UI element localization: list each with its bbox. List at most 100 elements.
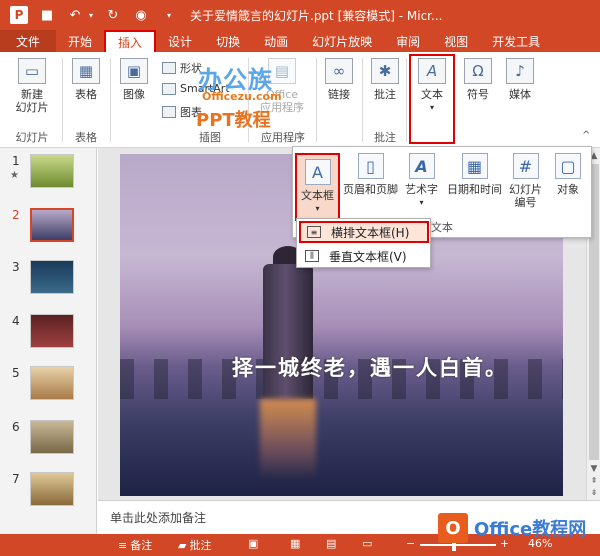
shapes-icon xyxy=(162,62,176,74)
notes-toggle-button[interactable]: ≡ 备注 xyxy=(118,537,152,553)
new-slide-icon: ▭ xyxy=(18,58,46,84)
collapse-ribbon-icon[interactable]: ^ xyxy=(582,130,590,141)
slide-number-button[interactable]: # 幻灯片 编号 xyxy=(509,153,542,209)
comment-icon: ▰ xyxy=(178,538,187,552)
comments-toggle-button[interactable]: ▰ 批注 xyxy=(178,537,211,553)
textbox-button[interactable]: A 文本框 ▾ xyxy=(295,153,340,221)
window-title: 关于爱情箴言的幻灯片.ppt [兼容模式] - Micr... xyxy=(190,8,443,23)
datetime-button[interactable]: ▦ 日期和时间 xyxy=(447,153,502,196)
thumbnail-7[interactable]: 7 xyxy=(0,468,97,518)
symbol-button[interactable]: Ω 符号 xyxy=(460,58,496,101)
group-separator xyxy=(406,58,407,142)
tab-transitions[interactable]: 切换 xyxy=(204,30,252,52)
tab-home[interactable]: 开始 xyxy=(56,30,104,52)
table-icon: ▦ xyxy=(72,58,100,84)
thumbnail-image xyxy=(30,154,74,188)
textbox-icon: A xyxy=(304,159,331,185)
text-button[interactable]: A 文本 ▾ xyxy=(412,58,452,114)
chart-button[interactable]: 图表 xyxy=(162,104,202,120)
header-footer-button[interactable]: ▯ 页眉和页脚 xyxy=(343,153,398,196)
light-reflection xyxy=(260,399,316,479)
thumbnail-5[interactable]: 5 xyxy=(0,362,97,412)
comment-button[interactable]: ✱ 批注 xyxy=(366,58,404,101)
calendar-icon: ▦ xyxy=(461,153,488,179)
save-icon[interactable]: ■ xyxy=(36,5,58,25)
tab-developer[interactable]: 开发工具 xyxy=(480,30,552,52)
vertical-textbox-icon: ⫼ xyxy=(305,250,319,262)
app-icon[interactable]: P xyxy=(8,5,30,25)
chart-icon xyxy=(162,106,176,118)
group-separator xyxy=(362,58,363,142)
chevron-down-icon: ▾ xyxy=(315,204,320,213)
group-separator xyxy=(316,58,317,142)
corner-watermark: O Office教程网 xyxy=(438,506,600,550)
slide-quote-text[interactable]: 择一城终老，遇一人白首。 xyxy=(232,352,508,382)
link-button[interactable]: ∞ 链接 xyxy=(320,58,358,101)
ribbon-tabs: 文件 开始 插入 设计 切换 动画 幻灯片放映 审阅 视图 开发工具 xyxy=(0,30,600,52)
customize-qat-icon[interactable]: ▾ xyxy=(158,5,180,25)
wordart-button[interactable]: A 艺术字 ▾ xyxy=(405,153,438,209)
ribbon: ▭ 新建 幻灯片 幻灯片 ▦ 表格 表格 ▣ 图像 形状 SmartArt 图表… xyxy=(0,52,600,148)
redo-icon[interactable]: ↻ xyxy=(102,5,124,25)
thumbnail-2[interactable]: 2 xyxy=(0,204,97,254)
tab-animations[interactable]: 动画 xyxy=(252,30,300,52)
tab-insert[interactable]: 插入 xyxy=(104,30,157,52)
chevron-down-icon: ▾ xyxy=(419,198,424,207)
smartart-icon xyxy=(162,82,176,95)
tab-file[interactable]: 文件 xyxy=(0,30,57,52)
zoom-out-icon[interactable]: − xyxy=(406,537,415,550)
text-group-label: 文本 xyxy=(431,221,453,234)
media-button[interactable]: ♪ 媒体 xyxy=(502,58,538,101)
corner-watermark-text: Office教程网 xyxy=(474,519,587,540)
comment-icon: ✱ xyxy=(371,58,399,84)
reading-view-icon[interactable]: ▤ xyxy=(326,537,336,550)
new-slide-button[interactable]: ▭ 新建 幻灯片 xyxy=(6,58,58,114)
undo-dropdown-icon[interactable]: ▾ xyxy=(86,5,96,25)
notes-placeholder: 单击此处添加备注 xyxy=(110,511,207,525)
next-slide-icon[interactable]: ⇟ xyxy=(588,486,600,500)
thumbnail-image xyxy=(30,366,74,400)
shapes-button[interactable]: 形状 xyxy=(162,60,202,76)
animation-star-icon: ★ xyxy=(10,170,19,181)
comments-group-label: 批注 xyxy=(374,131,396,144)
slideshow-icon[interactable]: ▭ xyxy=(362,537,372,550)
smartart-button[interactable]: SmartArt xyxy=(162,82,230,95)
group-separator xyxy=(62,58,63,142)
thumbnail-3[interactable]: 3 xyxy=(0,256,97,306)
link-icon: ∞ xyxy=(325,58,353,84)
tab-slideshow[interactable]: 幻灯片放映 xyxy=(300,30,384,52)
office-apps-button[interactable]: ▤ Office 应用程序 xyxy=(252,58,312,114)
thumbnail-image xyxy=(30,260,74,294)
thumbnail-image xyxy=(30,420,74,454)
undo-icon[interactable]: ↶ xyxy=(64,5,86,25)
image-icon: ▣ xyxy=(120,58,148,84)
horizontal-textbox-item[interactable]: ≡ 横排文本框(H) xyxy=(299,221,429,243)
start-from-beginning-icon[interactable]: ◉ xyxy=(130,5,152,25)
slide-number-icon: # xyxy=(512,153,539,179)
thumbnail-4[interactable]: 4 xyxy=(0,310,97,360)
normal-view-icon[interactable]: ▣ xyxy=(248,537,258,550)
tab-review[interactable]: 审阅 xyxy=(384,30,432,52)
vertical-textbox-item[interactable]: ⫼ 垂直文本框(V) xyxy=(299,245,429,267)
thumbnail-image xyxy=(30,208,74,242)
image-button[interactable]: ▣ 图像 xyxy=(114,58,154,101)
notes-icon: ≡ xyxy=(118,538,128,552)
slide-sorter-icon[interactable]: ▦ xyxy=(290,537,300,550)
thumbnail-1[interactable]: 1 ★ xyxy=(0,150,97,200)
illustrations-group-label: 插图 xyxy=(199,131,221,144)
horizontal-textbox-icon: ≡ xyxy=(307,226,321,238)
office-logo-icon: O xyxy=(438,513,468,543)
group-separator xyxy=(248,58,249,142)
tab-view[interactable]: 视图 xyxy=(432,30,480,52)
object-button[interactable]: ▢ 对象 xyxy=(555,153,581,196)
tab-design[interactable]: 设计 xyxy=(156,30,204,52)
thumbnail-6[interactable]: 6 xyxy=(0,416,97,466)
slide-thumbnail-pane: 1 ★ 2 3 4 5 6 7 xyxy=(0,148,97,534)
speaker-icon: ♪ xyxy=(506,58,534,84)
slides-group-label: 幻灯片 xyxy=(15,131,49,144)
thumbnail-image xyxy=(30,472,74,506)
header-footer-icon: ▯ xyxy=(357,153,384,179)
table-button[interactable]: ▦ 表格 xyxy=(66,58,106,101)
thumbnail-image xyxy=(30,314,74,348)
text-icon: A xyxy=(418,58,446,84)
